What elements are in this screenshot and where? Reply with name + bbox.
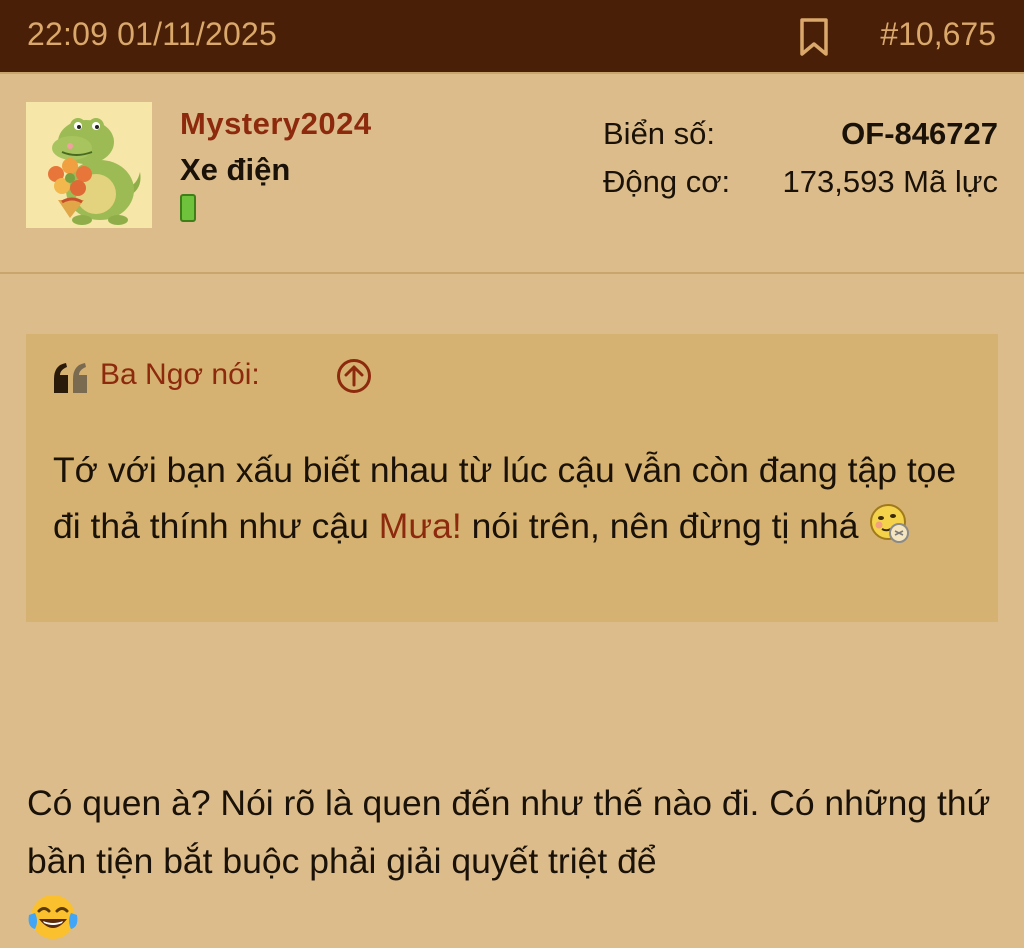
stat-label: Biển số: — [603, 116, 716, 151]
stat-label: Động cơ: — [603, 164, 731, 199]
post-timestamp: 22:09 01/11/2025 — [27, 16, 277, 52]
shy-smiley-icon — [870, 504, 910, 543]
quote-block: Ba Ngơ nói: Tớ với bạn xấu biết nhau từ … — [26, 334, 998, 622]
tears-of-joy-emoji-icon — [28, 895, 78, 939]
stat-value: 173,593 Mã lực — [782, 164, 999, 199]
arrow-up-circle-icon[interactable] — [336, 358, 372, 394]
avatar[interactable] — [26, 102, 152, 228]
post-text: Có quen à? Nói rõ là quen đến như thế nà… — [27, 783, 991, 881]
user-mention-link[interactable]: Mưa! — [379, 506, 462, 546]
post-body: Có quen à? Nói rõ là quen đến như thế nà… — [27, 774, 1002, 948]
stat-plate-row: Biển số: OF-846727 — [603, 116, 998, 164]
quote-author-link[interactable]: Ba Ngơ nói: — [100, 358, 260, 392]
user-stats: Biển số: OF-846727 Động cơ: 173,593 Mã l… — [603, 116, 998, 212]
post-number-link[interactable]: #10,675 — [880, 16, 996, 53]
quote-text-part: nói trên, nên đừng tị nhá — [461, 506, 869, 546]
quote-text: Tớ với bạn xấu biết nhau từ lúc cậu vẫn … — [53, 442, 983, 554]
quote-marks-icon — [54, 363, 87, 393]
stat-value: OF-846727 — [841, 116, 998, 151]
username-link[interactable]: Mystery2024 — [180, 106, 372, 142]
user-title: Xe điện — [180, 152, 291, 187]
online-indicator-icon — [180, 194, 196, 222]
user-info-panel: Mystery2024 Xe điện Biển số: OF-846727 Đ… — [0, 76, 1024, 274]
post-header: 22:09 01/11/2025 #10,675 — [0, 0, 1024, 74]
stat-engine-row: Động cơ: 173,593 Mã lực — [603, 164, 998, 212]
bookmark-icon[interactable] — [798, 17, 830, 57]
